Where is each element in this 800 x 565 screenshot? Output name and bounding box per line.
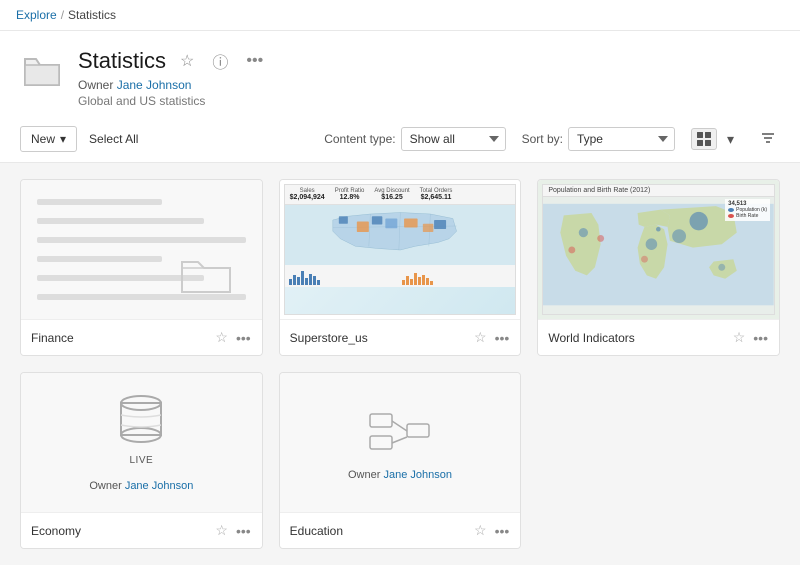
owner-line: Owner Jane Johnson — [78, 78, 780, 92]
owner-link[interactable]: Jane Johnson — [117, 78, 192, 92]
breadcrumb-separator: / — [61, 8, 64, 22]
line — [37, 199, 162, 205]
economy-actions: ☆ ••• — [214, 521, 251, 540]
economy-owner-link[interactable]: Jane Johnson — [125, 480, 194, 492]
breadcrumb: Explore / Statistics — [0, 0, 800, 31]
world-name: World Indicators — [548, 331, 634, 345]
grid-view-button[interactable] — [691, 128, 717, 150]
card-education[interactable]: Owner Jane Johnson Education ☆ ••• — [279, 372, 522, 549]
education-footer: Education ☆ ••• — [280, 513, 521, 548]
toolbar: New ▾ Select All Content type: Show all … — [0, 116, 800, 163]
superstore-name: Superstore_us — [290, 331, 368, 345]
world-thumbnail: Population and Birth Rate (2012) 34,513 … — [538, 180, 779, 320]
finance-name: Finance — [31, 331, 74, 345]
superstore-preview: Sales $2,094,924 Profit Ratio 12.8% Avg … — [284, 184, 517, 315]
finance-actions: ☆ ••• — [214, 328, 251, 347]
world-star-button[interactable]: ☆ — [732, 328, 747, 347]
description: Global and US statistics — [78, 94, 780, 108]
card-economy[interactable]: LIVE Owner Jane Johnson Economy ☆ ••• — [20, 372, 263, 549]
world-title: Population and Birth Rate (2012) — [543, 185, 774, 197]
economy-thumbnail: LIVE Owner Jane Johnson — [21, 373, 262, 513]
us-map — [285, 205, 516, 265]
economy-footer: Economy ☆ ••• — [21, 513, 262, 548]
superstore-header: Sales $2,094,924 Profit Ratio 12.8% Avg … — [285, 185, 516, 205]
line — [37, 256, 162, 262]
economy-icon: LIVE — [116, 393, 166, 466]
sort-select[interactable]: Type Name Date Modified Date Created Own… — [568, 127, 675, 151]
superstore-footer: Superstore_us ☆ ••• — [280, 320, 521, 355]
breadcrumb-current: Statistics — [68, 8, 116, 22]
world-more-button[interactable]: ••• — [752, 329, 769, 347]
view-controls: ▾ — [691, 127, 740, 152]
select-all-button[interactable]: Select All — [89, 128, 138, 150]
finance-thumbnail — [21, 180, 262, 320]
education-star-button[interactable]: ☆ — [473, 521, 488, 540]
education-owner-link[interactable]: Jane Johnson — [383, 469, 452, 481]
folder-thumbnail-icon — [180, 254, 232, 299]
education-actions: ☆ ••• — [473, 521, 510, 540]
superstore-more-button[interactable]: ••• — [494, 329, 511, 347]
superstore-thumbnail: Sales $2,094,924 Profit Ratio 12.8% Avg … — [280, 180, 521, 320]
content-type-select[interactable]: Show all Workbooks Data Sources Flows — [401, 127, 506, 151]
live-badge: LIVE — [129, 455, 153, 466]
card-world[interactable]: Population and Birth Rate (2012) 34,513 … — [537, 179, 780, 356]
economy-name: Economy — [31, 524, 81, 538]
breadcrumb-explore[interactable]: Explore — [16, 8, 57, 22]
education-more-button[interactable]: ••• — [494, 522, 511, 540]
card-superstore[interactable]: Sales $2,094,924 Profit Ratio 12.8% Avg … — [279, 179, 522, 356]
card-finance[interactable]: Finance ☆ ••• — [20, 179, 263, 356]
education-name: Education — [290, 524, 343, 538]
sort-label: Sort by: — [522, 132, 563, 146]
superstore-actions: ☆ ••• — [473, 328, 510, 347]
education-thumbnail: Owner Jane Johnson — [280, 373, 521, 513]
page-title: Statistics — [78, 48, 166, 74]
content-area: Finance ☆ ••• Sales — [0, 163, 800, 565]
economy-star-button[interactable]: ☆ — [214, 521, 229, 540]
header-actions: ☆ ⓘ ••• — [176, 47, 267, 75]
world-legend: 34,513 Population (k) Birth Rate — [725, 199, 770, 221]
header-info: Statistics ☆ ⓘ ••• Owner Jane Johnson Gl… — [78, 47, 780, 108]
sort-filter: Sort by: Type Name Date Modified Date Cr… — [522, 127, 675, 151]
new-button[interactable]: New ▾ — [20, 126, 77, 152]
toolbar-right: Content type: Show all Workbooks Data So… — [324, 127, 780, 152]
superstore-star-button[interactable]: ☆ — [473, 328, 488, 347]
education-icon — [365, 404, 435, 459]
economy-owner-display: Owner Jane Johnson — [89, 480, 193, 492]
finance-footer: Finance ☆ ••• — [21, 320, 262, 355]
line — [37, 218, 204, 224]
finance-more-button[interactable]: ••• — [235, 329, 252, 347]
line — [37, 237, 246, 243]
filter-button[interactable] — [756, 128, 780, 151]
chevron-view-button[interactable]: ▾ — [721, 127, 740, 152]
education-owner-display: Owner Jane Johnson — [348, 469, 452, 481]
folder-icon — [20, 49, 64, 93]
world-actions: ☆ ••• — [732, 328, 769, 347]
superstore-barchart — [285, 265, 516, 287]
economy-more-button[interactable]: ••• — [235, 522, 252, 540]
page-header: Statistics ☆ ⓘ ••• Owner Jane Johnson Gl… — [0, 31, 800, 116]
content-type-label: Content type: — [324, 132, 395, 146]
finance-star-button[interactable]: ☆ — [214, 328, 229, 347]
info-button[interactable]: ⓘ — [208, 47, 232, 75]
card-grid: Finance ☆ ••• Sales — [20, 179, 780, 549]
toolbar-left: New ▾ Select All — [20, 126, 138, 152]
content-type-filter: Content type: Show all Workbooks Data So… — [324, 127, 505, 151]
world-footer: World Indicators ☆ ••• — [538, 320, 779, 355]
favorite-button[interactable]: ☆ — [176, 49, 198, 73]
more-options-button[interactable]: ••• — [242, 50, 267, 72]
